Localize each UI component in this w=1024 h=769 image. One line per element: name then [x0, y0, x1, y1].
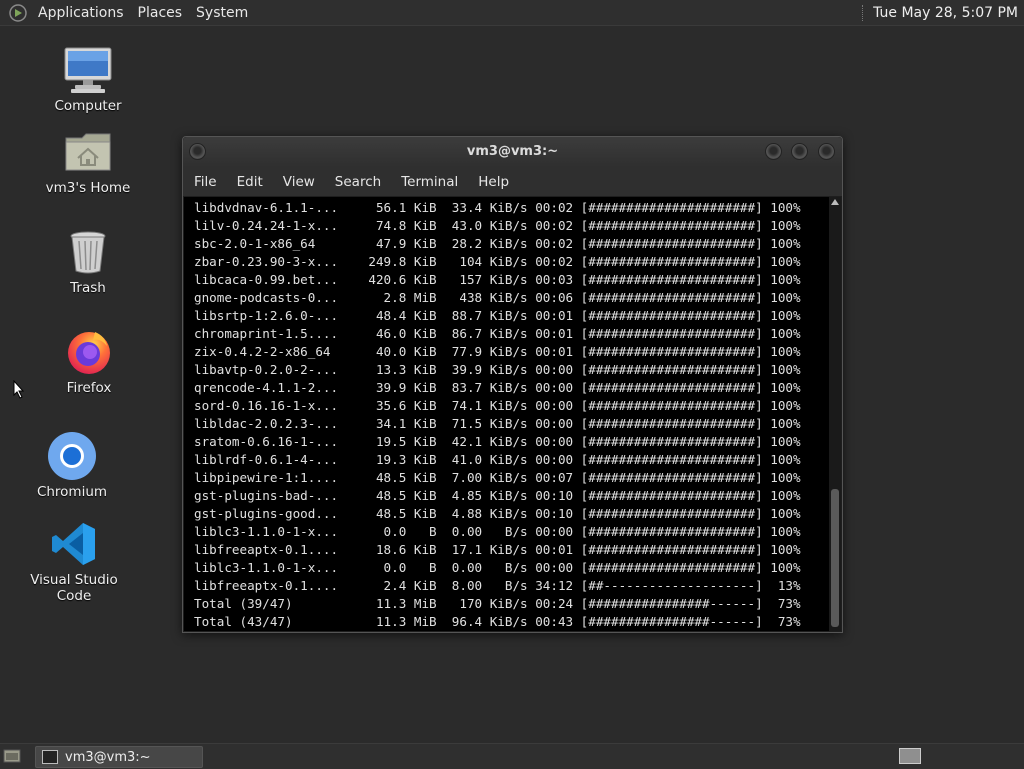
terminal-line: libavtp-0.2.0-2-... 13.3 KiB 39.9 KiB/s … [194, 362, 801, 377]
computer-icon [28, 44, 148, 96]
menu-view[interactable]: View [273, 174, 325, 190]
desktop-icon-home[interactable]: vm3's Home [28, 126, 148, 196]
terminal-line: libldac-2.0.2.3-... 34.1 KiB 71.5 KiB/s … [194, 416, 801, 431]
terminal-line: libsrtp-1:2.6.0-... 48.4 KiB 88.7 KiB/s … [194, 308, 801, 323]
home-folder-icon [28, 126, 148, 178]
minimize-button[interactable] [765, 143, 782, 160]
terminal-line: libfreeaptx-0.1.... 2.4 KiB 8.00 B/s 34:… [194, 578, 801, 593]
terminal-line: Total (43/47) 11.3 MiB 96.4 KiB/s 00:43 … [194, 614, 801, 629]
terminal-line: liblrdf-0.6.1-4-... 19.3 KiB 41.0 KiB/s … [194, 452, 801, 467]
top-right-area: Tue May 28, 5:07 PM [862, 0, 1024, 25]
terminal-line: libfreeaptx-0.1.... 18.6 KiB 17.1 KiB/s … [194, 542, 801, 557]
terminal-line: sord-0.16.16-1-x... 35.6 KiB 74.1 KiB/s … [194, 398, 801, 413]
terminal-line: lilv-0.24.24-1-x... 74.8 KiB 43.0 KiB/s … [194, 218, 801, 233]
window-title: vm3@vm3:~ [466, 144, 559, 159]
scrollbar-thumb[interactable] [831, 489, 839, 627]
terminal-line: sratom-0.6.16-1-... 19.5 KiB 42.1 KiB/s … [194, 434, 801, 449]
menu-search[interactable]: Search [325, 174, 391, 190]
desktop-icon-label: Firefox [66, 380, 112, 396]
terminal-output[interactable]: libdvdnav-6.1.1-... 56.1 KiB 33.4 KiB/s … [184, 197, 829, 631]
terminal-line: gnome-podcasts-0... 2.8 MiB 438 KiB/s 00… [194, 290, 801, 305]
desktop-icon-label: Trash [70, 280, 106, 296]
menu-system[interactable]: System [189, 5, 255, 21]
terminal-line: libdvdnav-6.1.1-... 56.1 KiB 33.4 KiB/s … [194, 200, 801, 215]
menu-edit[interactable]: Edit [227, 174, 273, 190]
terminal-line: liblc3-1.1.0-1-x... 0.0 B 0.00 B/s 00:00… [194, 524, 801, 539]
desktop-icon-label: Computer [54, 98, 122, 114]
menu-terminal[interactable]: Terminal [391, 174, 468, 190]
bottom-panel: vm3@vm3:~ [0, 743, 1024, 769]
top-menu: Applications Places System [0, 0, 255, 25]
terminal-lines: libdvdnav-6.1.1-... 56.1 KiB 33.4 KiB/s … [194, 199, 801, 631]
chromium-icon [12, 430, 132, 482]
terminal-scrollbar[interactable] [829, 197, 841, 631]
terminal-line: chromaprint-1.5.... 46.0 KiB 86.7 KiB/s … [194, 326, 801, 341]
desktop-icon-firefox[interactable]: Firefox [29, 326, 149, 396]
desktop-icon-chromium[interactable]: Chromium [12, 430, 132, 500]
desktop-icon-label: vm3's Home [45, 180, 131, 196]
terminal-icon [42, 750, 58, 764]
menu-applications[interactable]: Applications [31, 5, 131, 21]
terminal-line: libpipewire-1:1.... 48.5 KiB 7.00 KiB/s … [194, 470, 801, 485]
terminal-line: libcaca-0.99.bet... 420.6 KiB 157 KiB/s … [194, 272, 801, 287]
close-button[interactable] [818, 143, 835, 160]
terminal-line: gst-plugins-bad-... 48.5 KiB 4.85 KiB/s … [194, 488, 801, 503]
vscode-icon [14, 518, 134, 570]
desktop-icon-label: Chromium [36, 484, 108, 500]
workspace-switcher[interactable] [899, 748, 921, 764]
clock[interactable]: Tue May 28, 5:07 PM [873, 5, 1024, 21]
maximize-button[interactable] [791, 143, 808, 160]
terminal-line: Total (39/47) 11.3 MiB 170 KiB/s 00:24 [… [194, 596, 801, 611]
menu-places[interactable]: Places [131, 5, 190, 21]
taskbar-button-label: vm3@vm3:~ [65, 749, 151, 765]
mouse-cursor-icon [13, 380, 25, 399]
scroll-up-icon[interactable] [831, 199, 839, 205]
terminal-window[interactable]: vm3@vm3:~ File Edit View Search Terminal… [182, 136, 843, 633]
terminal-line: liblc3-1.1.0-1-x... 0.0 B 0.00 B/s 00:00… [194, 560, 801, 575]
desktop-icon-trash[interactable]: Trash [28, 226, 148, 296]
terminal-line: sbc-2.0-1-x86_64 47.9 KiB 28.2 KiB/s 00:… [194, 236, 801, 251]
terminal-line: qrencode-4.1.1-2... 39.9 KiB 83.7 KiB/s … [194, 380, 801, 395]
terminal-line: zbar-0.23.90-3-x... 249.8 KiB 104 KiB/s … [194, 254, 801, 269]
terminal-line: zix-0.4.2-2-x86_64 40.0 KiB 77.9 KiB/s 0… [194, 344, 801, 359]
panel-separator [862, 4, 865, 21]
firefox-icon [29, 326, 149, 378]
desktop-icon-vscode[interactable]: Visual Studio Code [14, 518, 134, 604]
desktop-icon-label: Visual Studio Code [30, 572, 118, 604]
menu-help[interactable]: Help [468, 174, 519, 190]
applications-logo-icon[interactable] [9, 3, 27, 22]
show-desktop-icon[interactable] [3, 748, 21, 764]
terminal-line: gst-plugins-good... 48.5 KiB 4.88 KiB/s … [194, 506, 801, 521]
terminal-titlebar[interactable]: vm3@vm3:~ [183, 137, 842, 167]
terminal-menubar: File Edit View Search Terminal Help [183, 167, 842, 196]
menu-file[interactable]: File [183, 174, 227, 190]
desktop-icon-computer[interactable]: Computer [28, 44, 148, 114]
top-panel: Applications Places System Tue May 28, 5… [0, 0, 1024, 26]
taskbar-terminal-button[interactable]: vm3@vm3:~ [35, 746, 203, 768]
trash-icon [28, 226, 148, 278]
